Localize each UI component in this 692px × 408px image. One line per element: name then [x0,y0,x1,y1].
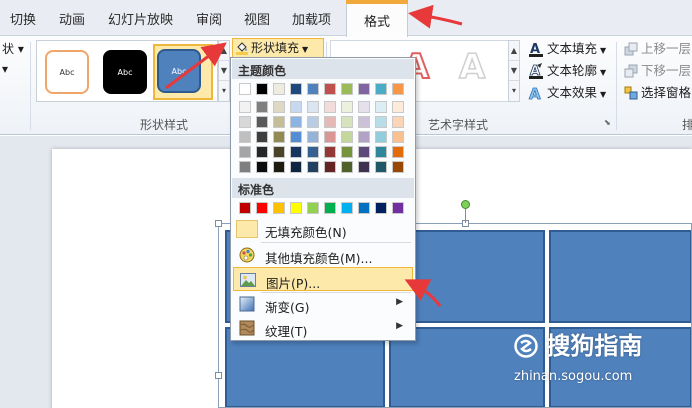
arrow-to-shape-fill [165,42,227,90]
arrow-to-picture [404,279,442,307]
annotation-arrows [165,4,463,307]
arrow-to-format-tab [408,4,463,29]
app-window: 切换 动画 幻灯片放映 审阅 视图 加载项 格式 状 ▾ ▾ Abc Abc A… [0,0,692,408]
